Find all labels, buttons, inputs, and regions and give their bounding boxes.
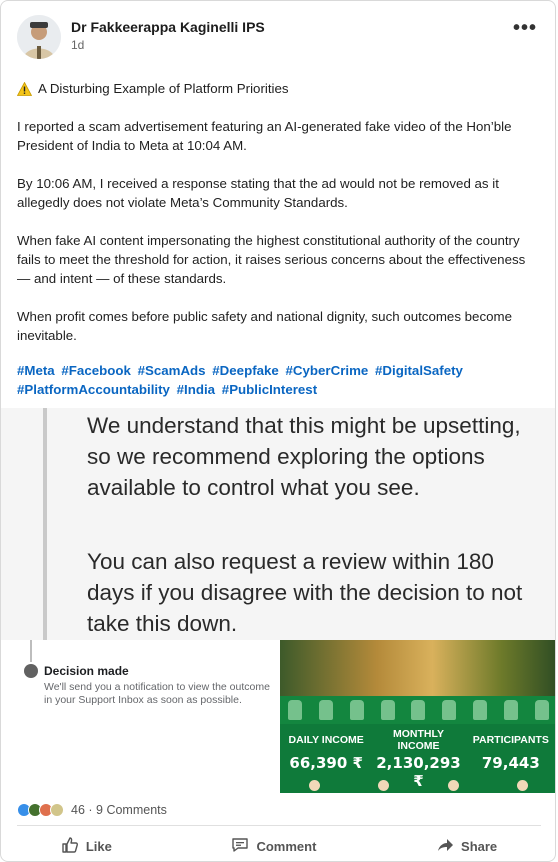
emblem-icon xyxy=(442,700,457,720)
timeline-dot xyxy=(24,664,38,678)
ad-person xyxy=(516,780,528,791)
comment-button[interactable]: Comment xyxy=(219,832,328,861)
reaction-count[interactable]: 46 xyxy=(71,803,85,817)
screenshot-quote: We understand that this might be upsetti… xyxy=(1,408,555,640)
post-headline: A Disturbing Example of Platform Priorit… xyxy=(38,81,289,96)
author-name[interactable]: Dr Fakkeerappa Kaginelli IPS xyxy=(71,19,265,35)
ad-person xyxy=(447,780,459,791)
more-options-icon[interactable]: ••• xyxy=(513,18,537,38)
decision-text: We'll send you a notification to view th… xyxy=(44,681,270,706)
scam-ad-image: DAILY INCOME MONTHLY INCOME PARTICIPANTS… xyxy=(280,640,555,793)
author-avatar[interactable] xyxy=(17,15,61,59)
ad-person xyxy=(378,780,390,791)
hashtag-link[interactable]: #Deepfake xyxy=(212,363,279,378)
hashtag-link[interactable]: #India xyxy=(177,382,215,397)
reactions-summary[interactable]: 46 · 9 Comments xyxy=(17,801,167,819)
ad-person xyxy=(309,780,321,791)
decision-title: Decision made xyxy=(44,664,129,678)
ad-stat-header: DAILY INCOME xyxy=(288,734,364,746)
timeline-line xyxy=(30,640,32,662)
emblem-icon xyxy=(380,700,395,720)
ad-stats-headers: DAILY INCOME MONTHLY INCOME PARTICIPANTS xyxy=(280,726,555,754)
post-time: 1d xyxy=(71,38,85,52)
post-card: Dr Fakkeerappa Kaginelli IPS 1d ••• A Di… xyxy=(0,0,556,862)
ad-stat-header: MONTHLY INCOME xyxy=(393,728,444,752)
ad-stats-values: 66,390 ₹ 2,130,293 ₹ 79,443 xyxy=(280,754,555,790)
hashtag-link[interactable]: #DigitalSafety xyxy=(375,363,463,378)
share-button[interactable]: Share xyxy=(424,832,509,861)
emblem-icon xyxy=(472,700,487,720)
emblem-icon xyxy=(534,700,549,720)
screenshot-lower: Decision made We'll send you a notificat… xyxy=(1,640,555,793)
post-paragraph: By 10:06 AM, I received a response stati… xyxy=(17,176,499,210)
like-button[interactable]: Like xyxy=(49,832,124,861)
share-label: Share xyxy=(461,838,498,854)
action-bar: Like Comment Share xyxy=(1,829,555,861)
thumbs-up-icon xyxy=(61,836,79,857)
hashtags: #Meta #Facebook #ScamAds #Deepfake #Cybe… xyxy=(17,361,537,399)
hashtag-link[interactable]: #Facebook xyxy=(61,363,130,378)
ad-stat-value: 79,443 xyxy=(481,754,540,772)
emblem-icon xyxy=(319,700,334,720)
post-image[interactable]: We understand that this might be upsetti… xyxy=(1,408,555,793)
hashtag-link[interactable]: #Meta xyxy=(17,363,55,378)
comment-count[interactable]: 9 Comments xyxy=(96,803,167,817)
post-header: Dr Fakkeerappa Kaginelli IPS 1d ••• xyxy=(17,15,541,59)
separator: · xyxy=(84,803,97,817)
quote-text: We understand that this might be upsetti… xyxy=(87,413,521,500)
timeline-bar xyxy=(43,408,47,640)
ad-stat-header: PARTICIPANTS xyxy=(472,734,549,746)
emblem-icon xyxy=(503,700,518,720)
ad-stat-value: 2,130,293 ₹ xyxy=(376,754,461,790)
like-label: Like xyxy=(85,838,112,854)
comment-label: Comment xyxy=(256,838,317,854)
post-body: A Disturbing Example of Platform Priorit… xyxy=(16,79,537,364)
hashtag-link[interactable]: #ScamAds xyxy=(138,363,206,378)
post-paragraph: When profit comes before public safety a… xyxy=(17,309,512,343)
emblem-icon xyxy=(288,700,303,720)
hashtag-link[interactable]: #PublicInterest xyxy=(222,382,317,397)
hashtag-link[interactable]: #CyberCrime xyxy=(286,363,369,378)
post-paragraph: I reported a scam advertisement featurin… xyxy=(17,119,512,153)
hashtag-link[interactable]: #PlatformAccountability xyxy=(17,382,170,397)
emblem-row xyxy=(280,696,555,724)
share-icon xyxy=(436,836,454,857)
quote-text: You can also request a review within 180… xyxy=(87,549,523,636)
ad-people-row xyxy=(280,778,555,793)
funny-reaction-icon xyxy=(50,803,64,817)
emblem-icon xyxy=(411,700,426,720)
comment-icon xyxy=(231,836,249,857)
post-paragraph: When fake AI content impersonating the h… xyxy=(17,233,526,286)
ad-photo xyxy=(280,640,555,696)
divider xyxy=(17,825,541,826)
ad-stat-value: 66,390 ₹ xyxy=(289,754,363,772)
emblem-icon xyxy=(349,700,364,720)
decision-panel: Decision made We'll send you a notificat… xyxy=(1,640,280,793)
warning-icon xyxy=(16,81,33,96)
